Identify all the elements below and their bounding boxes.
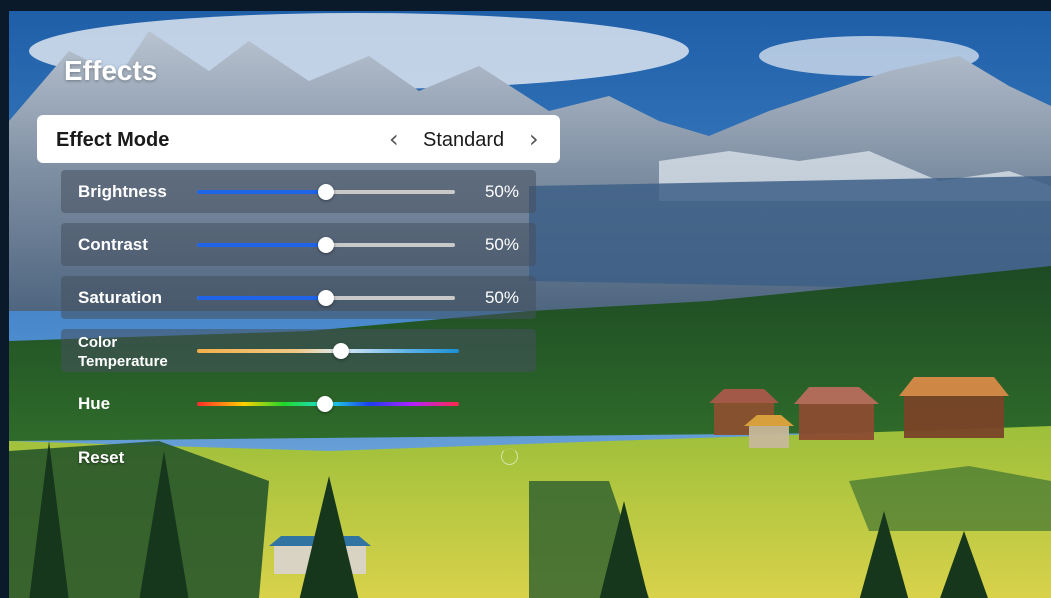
saturation-row[interactable]: Saturation 50% — [61, 276, 536, 319]
loading-spinner-icon — [501, 448, 518, 465]
contrast-slider-knob[interactable] — [318, 237, 334, 253]
contrast-slider-fill — [197, 243, 326, 247]
chevron-right-icon[interactable]: › — [529, 125, 539, 153]
brightness-value: 50% — [484, 182, 519, 201]
saturation-slider-fill — [197, 296, 326, 300]
saturation-slider-knob[interactable] — [318, 290, 334, 306]
contrast-label: Contrast — [78, 235, 148, 254]
color-temperature-label-line1: Color — [78, 334, 118, 351]
contrast-value: 50% — [484, 235, 519, 254]
hue-slider[interactable] — [197, 396, 459, 412]
color-temperature-label: Color Temperature — [78, 333, 168, 371]
chevron-left-icon[interactable]: ‹ — [389, 125, 399, 153]
contrast-row[interactable]: Contrast 50% — [61, 223, 536, 266]
brightness-label: Brightness — [78, 182, 167, 201]
tv-screen: Effects Effect Mode ‹ Standard › Brightn… — [9, 11, 1051, 598]
brightness-slider-knob[interactable] — [318, 184, 334, 200]
hue-slider-knob[interactable] — [317, 396, 334, 412]
brightness-slider[interactable] — [197, 184, 455, 200]
color-temperature-row[interactable]: Color Temperature — [61, 329, 536, 372]
hue-label: Hue — [78, 394, 111, 413]
saturation-slider[interactable] — [197, 290, 455, 306]
menu-title: Effects — [64, 55, 158, 86]
hue-row[interactable]: Hue — [61, 382, 536, 425]
brightness-row[interactable]: Brightness 50% — [61, 170, 536, 213]
color-temperature-slider[interactable] — [197, 343, 459, 359]
contrast-slider[interactable] — [197, 237, 455, 253]
reset-button[interactable]: Reset — [78, 448, 124, 468]
effect-mode-label: Effect Mode — [56, 129, 170, 151]
saturation-value: 50% — [484, 288, 519, 307]
effect-mode-value: Standard — [423, 129, 505, 151]
brightness-slider-fill — [197, 190, 326, 194]
color-temperature-slider-knob[interactable] — [333, 343, 350, 359]
saturation-label: Saturation — [78, 288, 163, 307]
color-temperature-label-line2: Temperature — [78, 353, 168, 370]
effect-mode-selector[interactable]: Effect Mode ‹ Standard › — [37, 115, 560, 163]
